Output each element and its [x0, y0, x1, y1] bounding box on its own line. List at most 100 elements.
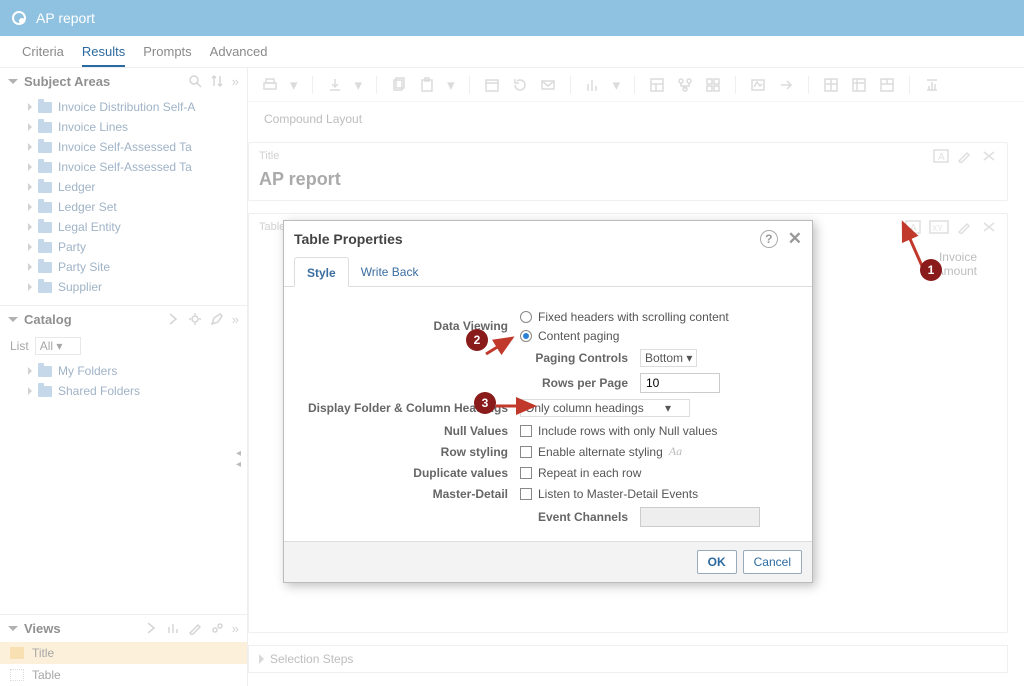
display-headings-select[interactable]: Only column headings▾ — [520, 399, 690, 417]
rows-per-page-label: Rows per Page — [302, 376, 640, 390]
view-item-title[interactable]: Title — [0, 642, 247, 664]
envelope-icon[interactable] — [540, 77, 556, 93]
app-logo-icon — [12, 11, 26, 25]
tree-item[interactable]: My Folders — [12, 361, 245, 381]
tree-icon[interactable] — [677, 77, 693, 93]
event-channels-label: Event Channels — [302, 510, 640, 524]
tree-item[interactable]: Invoice Lines — [12, 117, 245, 137]
app-topbar: AP report — [0, 0, 1024, 36]
pivot-icon[interactable] — [851, 77, 867, 93]
tree-item[interactable]: Legal Entity — [12, 217, 245, 237]
tab-prompts[interactable]: Prompts — [143, 44, 191, 59]
event-channels-input — [640, 507, 760, 527]
search-icon[interactable] — [188, 74, 202, 88]
gear-icon[interactable] — [188, 312, 202, 326]
paste-icon[interactable] — [419, 77, 435, 93]
list-select[interactable]: All ▾ — [35, 337, 82, 355]
data-viewing-label: Data Viewing — [302, 319, 520, 333]
tab-criteria[interactable]: Criteria — [22, 44, 64, 59]
annotation-badge-2: 2 — [466, 329, 488, 351]
annotation-badge-1: 1 — [920, 259, 942, 281]
annotation-arrow-2 — [484, 334, 524, 365]
views-header[interactable]: Views » — [0, 614, 247, 642]
duplicate-values-label: Duplicate values — [302, 466, 520, 480]
tree-item[interactable]: Party — [12, 237, 245, 257]
arrow-right-icon[interactable] — [778, 77, 794, 93]
subject-areas-title: Subject Areas — [24, 74, 182, 89]
table-properties-dialog: Table Properties ? ✕ Style Write Back Da… — [283, 220, 813, 583]
master-detail-checkbox[interactable]: Listen to Master-Detail Events — [520, 486, 698, 501]
left-sidebar: Subject Areas » Invoice Distribution Sel… — [0, 68, 248, 686]
compound-layout-label: Compound Layout — [248, 102, 1024, 136]
bar-chart-icon[interactable] — [166, 621, 180, 635]
paging-controls-select[interactable]: Bottom ▾ — [640, 349, 697, 367]
table-icon[interactable] — [823, 77, 839, 93]
tree-item[interactable]: Party Site — [12, 257, 245, 277]
pencil-icon[interactable] — [188, 621, 202, 635]
copy-icon[interactable] — [391, 77, 407, 93]
tree-item[interactable]: Ledger — [12, 177, 245, 197]
grid-icon[interactable] — [705, 77, 721, 93]
close-icon[interactable]: ✕ — [788, 229, 802, 249]
tree-item[interactable]: Supplier — [12, 277, 245, 297]
radio-content-paging[interactable]: Content paging — [520, 328, 619, 343]
tree-item[interactable]: Ledger Set — [12, 197, 245, 217]
arrow-right-icon[interactable] — [144, 621, 158, 635]
arrow-right-icon[interactable] — [166, 312, 180, 326]
tab-style[interactable]: Style — [294, 257, 349, 287]
paging-controls-label: Paging Controls — [302, 351, 640, 365]
collapse-handle-icon[interactable]: ◂◂ — [232, 448, 244, 466]
schedule-icon[interactable] — [484, 77, 500, 93]
close-icon[interactable] — [981, 149, 997, 163]
tree-item[interactable]: Shared Folders — [12, 381, 245, 401]
ok-button[interactable]: OK — [697, 550, 737, 574]
cancel-button[interactable]: Cancel — [743, 550, 802, 574]
rows-per-page-input[interactable] — [640, 373, 720, 393]
radio-fixed-headers[interactable]: Fixed headers with scrolling content — [520, 309, 729, 324]
xyz-icon[interactable] — [750, 77, 766, 93]
row-styling-checkbox[interactable]: Enable alternate styling — [520, 444, 663, 459]
help-icon[interactable]: ? — [760, 230, 778, 248]
chevron-right-icon — [28, 103, 32, 111]
selection-steps-panel[interactable]: Selection Steps — [248, 645, 1008, 673]
folder-icon — [38, 102, 52, 113]
sort-icon[interactable] — [210, 74, 224, 88]
footprint-icon[interactable] — [210, 621, 224, 635]
catalog-header[interactable]: Catalog » — [0, 305, 247, 333]
annotation-arrow-3 — [494, 398, 544, 419]
tree-item[interactable]: Invoice Distribution Self-A — [12, 97, 245, 117]
font-style-icon[interactable]: Aa — [669, 444, 682, 459]
more-icon[interactable]: » — [232, 74, 239, 89]
more-icon[interactable]: » — [232, 621, 239, 636]
catalog-list-row: List All ▾ — [0, 333, 247, 359]
chevron-right-icon — [259, 654, 264, 664]
null-values-checkbox[interactable]: Include rows with only Null values — [520, 423, 717, 438]
dashboard-icon[interactable] — [879, 77, 895, 93]
export-icon[interactable] — [327, 77, 343, 93]
tree-item[interactable]: Invoice Self-Assessed Ta — [12, 157, 245, 177]
perf-icon[interactable] — [924, 77, 940, 93]
view-item-table[interactable]: Table — [0, 664, 247, 686]
tab-advanced[interactable]: Advanced — [210, 44, 268, 59]
dialog-title: Table Properties — [294, 231, 403, 247]
annotation-badge-3: 3 — [474, 392, 496, 414]
subject-areas-header[interactable]: Subject Areas » — [0, 68, 247, 95]
pencil-icon[interactable] — [957, 149, 973, 163]
layout-icon[interactable] — [649, 77, 665, 93]
pencil-icon[interactable] — [957, 220, 973, 234]
close-icon[interactable] — [981, 220, 997, 234]
checkbox-icon — [520, 467, 532, 479]
duplicate-checkbox[interactable]: Repeat in each row — [520, 465, 641, 480]
title-card-label: Title — [259, 150, 279, 162]
tree-item[interactable]: Invoice Self-Assessed Ta — [12, 137, 245, 157]
refresh-icon[interactable] — [512, 77, 528, 93]
bar-chart-icon[interactable] — [585, 77, 601, 93]
checkbox-icon — [520, 488, 532, 500]
tab-results[interactable]: Results — [82, 44, 125, 67]
more-icon[interactable]: » — [232, 312, 239, 327]
pencil-icon[interactable] — [210, 312, 224, 326]
checkbox-icon — [520, 446, 532, 458]
tab-write-back[interactable]: Write Back — [349, 257, 431, 286]
format-icon[interactable]: A — [933, 149, 949, 163]
print-icon[interactable] — [262, 77, 278, 93]
